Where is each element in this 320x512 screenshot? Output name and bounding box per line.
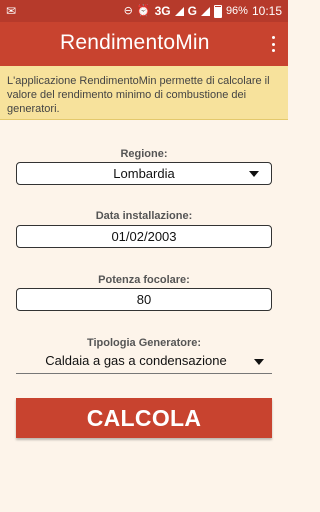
regione-value: Lombardia xyxy=(113,166,175,181)
dropdown-arrow-icon xyxy=(254,359,264,365)
clock: 10:15 xyxy=(251,4,282,18)
potenza-value: 80 xyxy=(136,292,152,307)
dropdown-arrow-icon xyxy=(249,171,259,177)
battery-icon xyxy=(213,4,222,18)
battery-level: 96% xyxy=(225,5,248,17)
status-bar: ✉ ⊖ ⏰ 3G G 96% 10:15 xyxy=(0,0,288,22)
tipologia-label: Tipologia Generatore: xyxy=(86,337,202,349)
regione-select[interactable]: Lombardia xyxy=(16,162,272,185)
notification-icon: ✉ xyxy=(6,4,17,18)
potenza-field[interactable]: 80 xyxy=(16,288,272,311)
data-installazione-field[interactable]: 01/02/2003 xyxy=(16,225,272,248)
alarm-icon: ⏰ xyxy=(136,5,151,17)
data-installazione-value: 01/02/2003 xyxy=(111,229,177,244)
network-type: 3G xyxy=(154,4,171,18)
calcola-button[interactable]: CALCOLA xyxy=(16,398,272,438)
app-bar: RendimentoMin xyxy=(0,22,288,66)
potenza-label: Potenza focolare: xyxy=(98,274,190,286)
status-icons: ⊖ ⏰ 3G G 96% 10:15 xyxy=(124,4,282,18)
signal-icon-secondary xyxy=(200,6,210,16)
signal-icon xyxy=(174,6,184,16)
data-installazione-label: Data installazione: xyxy=(95,210,193,222)
regione-label: Regione: xyxy=(120,148,168,160)
app-title: RendimentoMin xyxy=(60,31,210,54)
tipologia-value: Caldaia a gas a condensazione xyxy=(45,353,227,368)
do-not-disturb-icon: ⊖ xyxy=(123,5,133,17)
tipologia-select[interactable]: Caldaia a gas a condensazione xyxy=(16,350,272,374)
info-banner: L'applicazione RendimentoMin permette di… xyxy=(0,66,288,120)
overflow-menu-icon[interactable] xyxy=(268,33,278,55)
network-type-secondary: G xyxy=(187,4,197,18)
